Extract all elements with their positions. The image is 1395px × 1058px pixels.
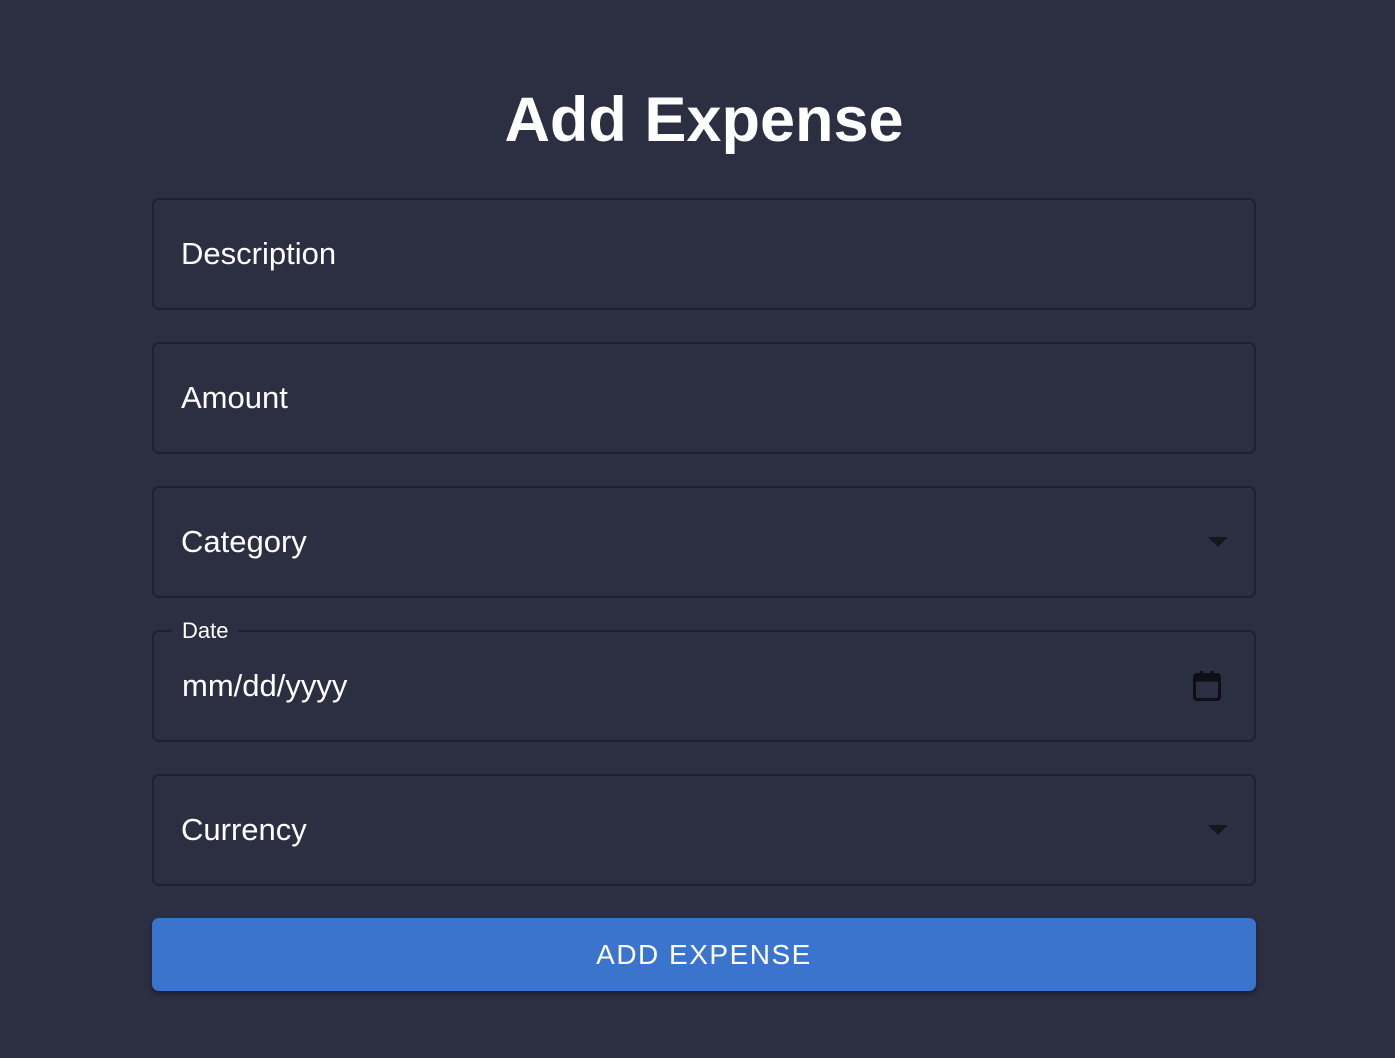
description-field[interactable]: Description bbox=[152, 198, 1256, 310]
date-label: Date bbox=[172, 617, 239, 645]
calendar-icon[interactable] bbox=[1193, 671, 1221, 701]
date-field[interactable]: Date mm/dd/yyyy bbox=[152, 617, 1256, 742]
chevron-down-icon bbox=[1208, 537, 1228, 547]
description-placeholder: Description bbox=[181, 236, 337, 271]
amount-field[interactable]: Amount bbox=[152, 342, 1256, 454]
currency-placeholder: Currency bbox=[181, 812, 307, 847]
category-select[interactable]: Category bbox=[152, 486, 1256, 598]
amount-placeholder: Amount bbox=[181, 380, 288, 415]
currency-select[interactable]: Currency bbox=[152, 774, 1256, 886]
chevron-down-icon bbox=[1208, 825, 1228, 835]
add-expense-button[interactable]: ADD EXPENSE bbox=[152, 918, 1256, 991]
page-title: Add Expense bbox=[504, 85, 904, 155]
category-placeholder: Category bbox=[181, 524, 307, 559]
date-value: mm/dd/yyyy bbox=[182, 668, 348, 703]
